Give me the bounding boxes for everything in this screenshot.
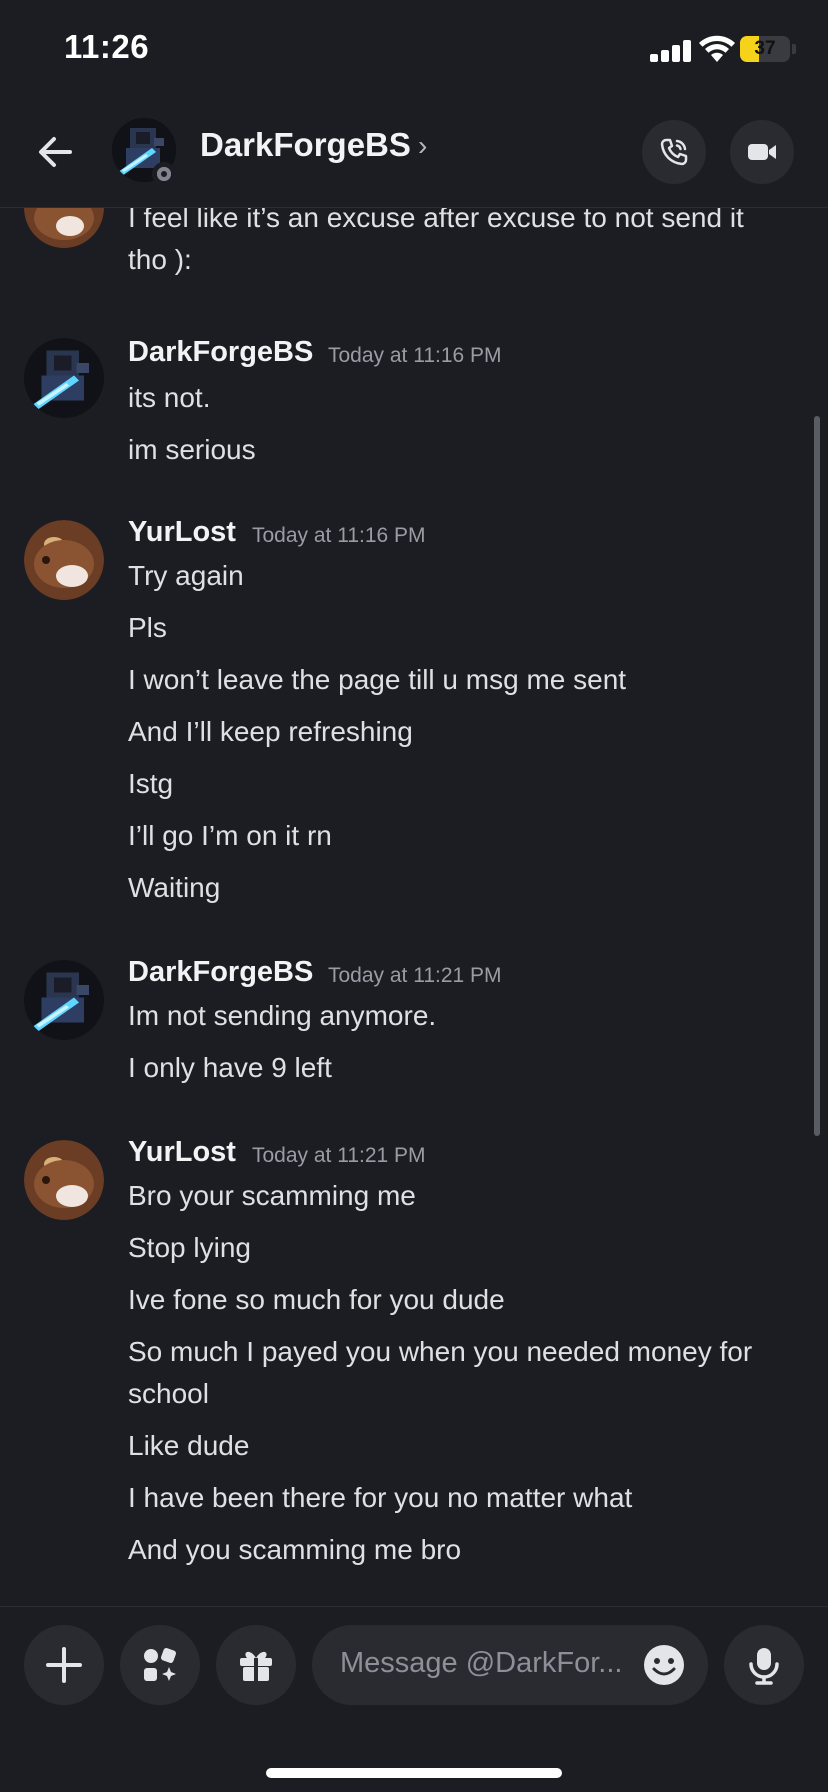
avatar[interactable] xyxy=(24,338,104,418)
message-line: tho ): xyxy=(128,244,192,275)
chevron-right-icon[interactable]: › xyxy=(418,130,427,162)
message-line: its not. xyxy=(128,382,211,413)
message-input-placeholder: Message @DarkFor... xyxy=(340,1647,623,1679)
message-line: Waiting xyxy=(128,872,221,903)
chat-header: DarkForgeBS › xyxy=(0,100,828,208)
message-line: I feel like it’s an excuse after excuse … xyxy=(128,208,744,233)
message-timestamp: Today at 11:21 PM xyxy=(252,1144,426,1167)
wifi-icon xyxy=(699,35,735,62)
status-time: 11:26 xyxy=(64,28,150,65)
emoji-icon[interactable] xyxy=(642,1643,686,1687)
message-list[interactable]: I feel like it’s an excuse after excuse … xyxy=(0,208,828,1606)
message-author[interactable]: YurLost xyxy=(128,516,236,549)
message-line: I won’t leave the page till u msg me sen… xyxy=(128,664,627,695)
message-line: school xyxy=(128,1378,209,1409)
message-line: Ive fone so much for you dude xyxy=(128,1284,505,1315)
message-timestamp: Today at 11:16 PM xyxy=(328,344,502,367)
message-line: Istg xyxy=(128,768,174,799)
message-author[interactable]: DarkForgeBS xyxy=(128,956,313,989)
gift-icon xyxy=(240,1651,272,1681)
contact-name[interactable]: DarkForgeBS xyxy=(200,126,411,164)
message-input[interactable]: Message @DarkFor... xyxy=(312,1625,708,1705)
message-line: And I’ll keep refreshing xyxy=(128,716,413,747)
message-line: I’ll go I’m on it rn xyxy=(128,820,332,851)
cellular-signal-icon xyxy=(650,40,694,62)
arrow-left-icon[interactable] xyxy=(30,126,82,178)
message-line: Bro your scamming me xyxy=(128,1180,416,1211)
status-bar: 11:26 37 xyxy=(0,0,828,100)
message-line: I have been there for you no matter what xyxy=(128,1482,633,1513)
battery-nub xyxy=(792,44,796,54)
message-line: Pls xyxy=(128,612,167,643)
avatar[interactable] xyxy=(24,520,104,600)
message-line: im serious xyxy=(128,434,256,465)
battery-percentage: 37 xyxy=(754,38,776,59)
message-line: Im not sending anymore. xyxy=(128,1000,437,1031)
message-timestamp: Today at 11:21 PM xyxy=(328,964,502,987)
avatar[interactable] xyxy=(24,208,104,248)
apps-icon xyxy=(144,1648,176,1681)
add-attachment-button[interactable] xyxy=(24,1625,104,1705)
message-timestamp: Today at 11:16 PM xyxy=(252,524,426,547)
message-line: I only have 9 left xyxy=(128,1052,332,1083)
microphone-icon xyxy=(749,1648,779,1685)
voice-call-button[interactable] xyxy=(642,120,706,184)
offline-status-indicator xyxy=(152,162,176,186)
video-camera-icon xyxy=(748,144,776,160)
plus-icon xyxy=(46,1647,82,1683)
gift-button[interactable] xyxy=(216,1625,296,1705)
phone-icon xyxy=(660,138,688,166)
message-composer: Message @DarkFor... xyxy=(0,1606,828,1792)
message-author[interactable]: DarkForgeBS xyxy=(128,336,313,369)
scrollbar[interactable] xyxy=(814,416,820,1136)
message-line: Stop lying xyxy=(128,1232,251,1263)
message-line: And you scamming me bro xyxy=(128,1534,462,1565)
message-author[interactable]: YurLost xyxy=(128,1136,236,1169)
message-line: Like dude xyxy=(128,1430,250,1461)
avatar[interactable] xyxy=(24,960,104,1040)
home-indicator[interactable] xyxy=(266,1768,562,1778)
message-line: Try again xyxy=(128,560,244,591)
avatar[interactable] xyxy=(24,1140,104,1220)
voice-message-button[interactable] xyxy=(724,1625,804,1705)
message-line: So much I payed you when you needed mone… xyxy=(128,1336,753,1367)
apps-button[interactable] xyxy=(120,1625,200,1705)
battery-icon: 37 xyxy=(740,36,790,62)
video-call-button[interactable] xyxy=(730,120,794,184)
